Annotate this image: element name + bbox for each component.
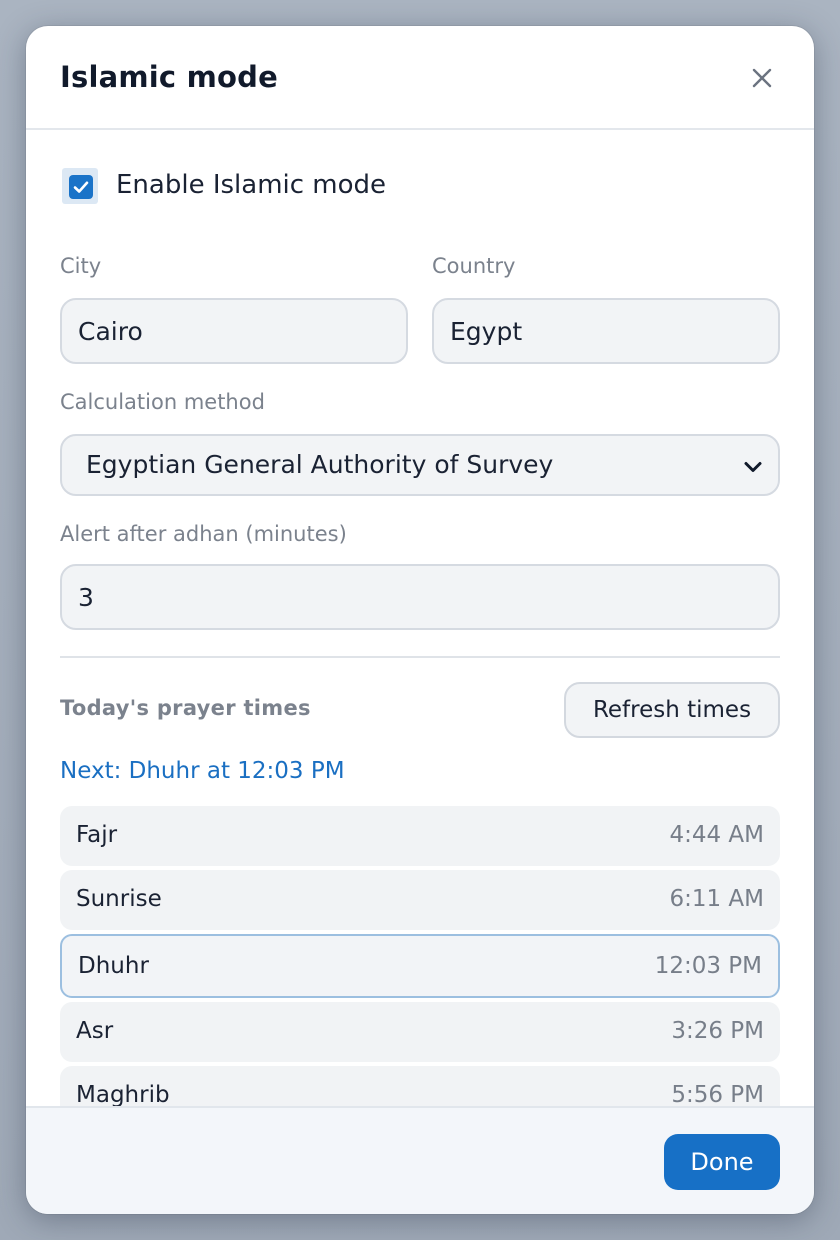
prayer-times-heading: Today's prayer times: [60, 696, 311, 720]
country-label: Country: [432, 254, 516, 278]
prayer-row-sunrise: Sunrise 6:11 AM: [60, 870, 780, 930]
chevron-down-icon: [744, 462, 762, 472]
prayer-name: Sunrise: [76, 886, 162, 912]
close-icon: [752, 68, 772, 88]
dialog-title: Islamic mode: [60, 60, 278, 94]
alert-minutes-input[interactable]: [60, 564, 780, 630]
prayer-row-asr: Asr 3:26 PM: [60, 1002, 780, 1062]
prayer-row-dhuhr-current: Dhuhr 12:03 PM: [60, 934, 780, 998]
enable-islamic-mode-checkbox[interactable]: [62, 168, 98, 204]
checkmark-icon: [73, 181, 89, 193]
prayer-time: 6:11 AM: [669, 886, 764, 912]
done-button[interactable]: Done: [664, 1134, 780, 1190]
prayer-time: 3:26 PM: [671, 1018, 764, 1044]
prayer-name: Fajr: [76, 822, 118, 848]
prayer-name: Dhuhr: [78, 953, 149, 979]
enable-islamic-mode-row[interactable]: Enable Islamic mode: [60, 164, 660, 208]
calculation-method-select[interactable]: Egyptian General Authority of Survey: [60, 434, 780, 496]
enable-islamic-mode-label[interactable]: Enable Islamic mode: [116, 170, 386, 200]
next-prayer-text: Next: Dhuhr at 12:03 PM: [60, 758, 345, 784]
calculation-method-label: Calculation method: [60, 390, 265, 414]
alert-minutes-label: Alert after adhan (minutes): [60, 522, 347, 546]
dialog-header: Islamic mode: [26, 26, 814, 130]
city-label: City: [60, 254, 102, 278]
calculation-method-value: Egyptian General Authority of Survey: [86, 450, 554, 479]
dialog-footer: Done: [26, 1106, 814, 1214]
prayer-row-fajr: Fajr 4:44 AM: [60, 806, 780, 866]
prayer-time: 5:56 PM: [671, 1082, 764, 1108]
prayer-name: Maghrib: [76, 1082, 170, 1108]
city-input[interactable]: [60, 298, 408, 364]
country-input[interactable]: [432, 298, 780, 364]
refresh-times-button[interactable]: Refresh times: [564, 682, 780, 738]
prayer-time: 4:44 AM: [669, 822, 764, 848]
prayer-time: 12:03 PM: [654, 953, 762, 979]
prayer-name: Asr: [76, 1018, 114, 1044]
checkbox-checked: [69, 175, 93, 199]
islamic-mode-dialog: Islamic mode Enable Islamic mode City Co…: [26, 26, 814, 1214]
section-divider: [60, 656, 780, 658]
close-button[interactable]: [746, 62, 778, 94]
